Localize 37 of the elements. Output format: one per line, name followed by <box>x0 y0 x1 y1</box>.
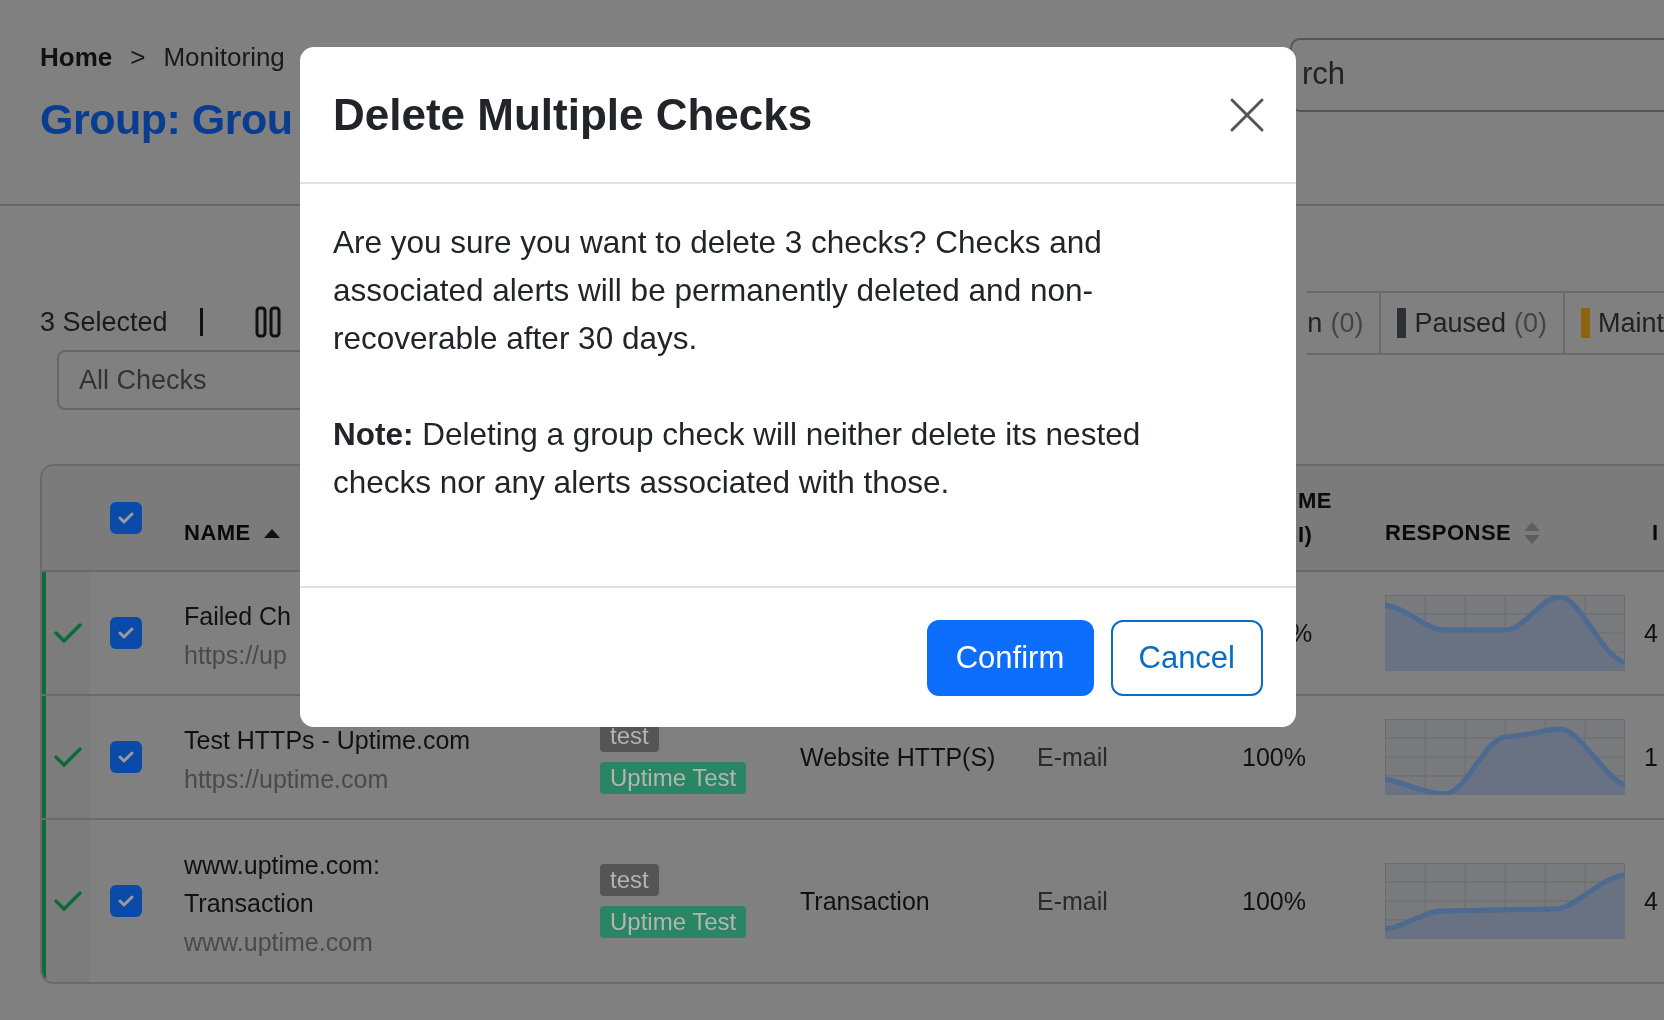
table-cell-text: Transaction <box>799 886 930 917</box>
page-title: Group: Grou <box>40 95 293 144</box>
selection-count: 3 Selected <box>40 306 168 338</box>
sort-ascending-icon[interactable] <box>262 527 281 539</box>
status-tab[interactable]: Paused (0) <box>1379 293 1563 353</box>
table-cell-text: E-mail <box>1036 742 1108 773</box>
table-cell-text: 100% <box>1241 742 1306 773</box>
tag-badge: test <box>600 864 659 896</box>
table-cell-text: 100% <box>1241 886 1306 917</box>
dialog-title: Delete Multiple Checks <box>333 89 813 140</box>
column-header[interactable]: NAME <box>184 520 251 546</box>
breadcrumb-link[interactable]: Monitoring <box>163 42 285 73</box>
dialog-message: Note: Deleting a group check will neither delete its nested checks nor any alerts associated with those. <box>333 415 1142 502</box>
select-all-checkbox[interactable] <box>110 502 142 534</box>
table-cell-text: 1 <box>1643 742 1658 773</box>
column-header[interactable]: ME I) <box>1298 484 1332 552</box>
table-cell-text: 4 <box>1643 886 1658 917</box>
sort-icon[interactable] <box>1523 520 1542 546</box>
tag-badge: Uptime Test <box>600 906 747 938</box>
close-icon[interactable] <box>1229 96 1265 133</box>
check-name[interactable]: www.uptime.com: Transaction <box>184 845 434 922</box>
pause-icon[interactable] <box>254 306 281 338</box>
table-cell-text: E-mail <box>1036 886 1108 917</box>
table-cell-text: Website HTTP(S) <box>799 742 996 773</box>
column-header[interactable]: I <box>1652 520 1659 546</box>
row-checkbox[interactable] <box>110 885 142 917</box>
row-checkbox[interactable] <box>110 617 142 649</box>
status-tab[interactable]: Maint <box>1562 293 1664 353</box>
breadcrumb-separator: > <box>130 42 146 73</box>
row-checkbox[interactable] <box>110 741 142 773</box>
table-cell-text: 4 <box>1643 618 1658 649</box>
breadcrumb-link[interactable]: Home <box>40 42 113 73</box>
cancel-button[interactable]: Cancel <box>1110 619 1263 696</box>
confirm-button[interactable]: Confirm <box>926 619 1094 696</box>
column-header[interactable]: RESPONSE <box>1385 520 1512 546</box>
status-tab[interactable]: n (0) <box>1307 293 1380 353</box>
tag-badge: Uptime Test <box>600 762 747 794</box>
